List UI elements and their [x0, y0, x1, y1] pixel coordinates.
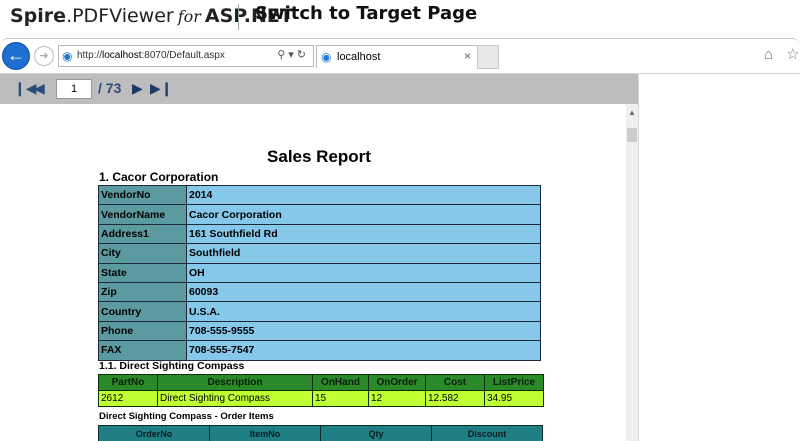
- browser-window: ← ➜ ◉ http://localhost:8070/Default.aspx…: [0, 38, 800, 441]
- order-items-column-header: ItemNo: [210, 426, 321, 441]
- previous-page-icon[interactable]: ◀: [34, 80, 45, 97]
- caption-divider: [238, 4, 239, 30]
- parts-cell: 34.95: [485, 391, 544, 407]
- brand-product: .PDFViewer: [66, 5, 174, 27]
- parts-cell: 12: [369, 391, 426, 407]
- pdf-document-view[interactable]: Sales Report 1. Cacor Corporation Vendor…: [0, 104, 638, 441]
- order-items-column-header: Discount: [432, 426, 543, 441]
- vendor-field-label: Zip: [99, 282, 187, 301]
- vendor-field-label: VendorNo: [99, 186, 187, 205]
- vendor-row: StateOH: [99, 263, 541, 282]
- back-arrow-icon[interactable]: ←: [2, 42, 30, 70]
- vendor-field-value: 708-555-9555: [187, 321, 541, 340]
- brand-for: for: [178, 7, 201, 26]
- vendor-field-label: Address1: [99, 224, 187, 243]
- vendor-row: FAX708-555-7547: [99, 341, 541, 360]
- switch-to-target-page-link[interactable]: Switch to Target Page: [255, 3, 477, 24]
- scroll-thumb[interactable]: [627, 128, 637, 142]
- address-bar[interactable]: ◉ http://localhost:8070/Default.aspx ⚲▾↻: [58, 45, 314, 67]
- blank-side-pane: [638, 74, 800, 441]
- parts-cell: 15: [313, 391, 369, 407]
- star-icon[interactable]: ☆: [786, 45, 799, 63]
- demo-caption: Spire.PDFViewerforASP.NET Switch to Targ…: [0, 0, 800, 34]
- pdf-viewer-toolbar: ❙◀ ◀ 1 / 73 ▶ ▶❙: [0, 74, 638, 104]
- home-icon[interactable]: ⌂: [764, 46, 773, 63]
- vendor-field-value: 708-555-7547: [187, 341, 541, 360]
- vendor-field-value: Cacor Corporation: [187, 205, 541, 224]
- vendor-row: CountryU.S.A.: [99, 302, 541, 321]
- ie-page-icon: ◉: [62, 49, 72, 63]
- vendor-field-label: State: [99, 263, 187, 282]
- parts-column-header: OnHand: [313, 375, 369, 391]
- vendor-field-value: 60093: [187, 282, 541, 301]
- parts-column-header: PartNo: [99, 375, 158, 391]
- vendor-field-label: Country: [99, 302, 187, 321]
- vendor-row: Zip60093: [99, 282, 541, 301]
- page-number-input[interactable]: 1: [56, 79, 92, 99]
- parts-cell: Direct Sighting Compass: [158, 391, 313, 407]
- address-url: http://localhost:8070/Default.aspx: [77, 50, 225, 61]
- forward-arrow-icon[interactable]: ➜: [34, 46, 54, 66]
- brand-name: Spire: [10, 5, 66, 27]
- vendor-field-value: 2014: [187, 186, 541, 205]
- last-page-icon[interactable]: ▶❙: [150, 80, 173, 97]
- vendor-row: Address1161 Southfield Rd: [99, 224, 541, 243]
- brand-logo: Spire.PDFViewerforASP.NET: [10, 5, 293, 27]
- ie-tab-icon: ◉: [321, 50, 331, 64]
- browser-navbar: ← ➜ ◉ http://localhost:8070/Default.aspx…: [0, 39, 800, 74]
- parts-column-header: Cost: [426, 375, 485, 391]
- tab-label: localhost: [337, 51, 380, 63]
- vendor-row: CitySouthfield: [99, 244, 541, 263]
- vendor-row: VendorNameCacor Corporation: [99, 205, 541, 224]
- scroll-up-icon[interactable]: ▲: [626, 108, 638, 118]
- report-title: Sales Report: [0, 147, 638, 167]
- new-tab-button[interactable]: [477, 45, 499, 69]
- parts-cell: 2612: [99, 391, 158, 407]
- vendor-field-value: Southfield: [187, 244, 541, 263]
- vendor-row: Phone708-555-9555: [99, 321, 541, 340]
- vendor-field-label: VendorName: [99, 205, 187, 224]
- address-controls[interactable]: ⚲▾↻: [277, 48, 309, 61]
- table-row: 2612Direct Sighting Compass151212.58234.…: [99, 391, 544, 407]
- order-items-table: OrderNoItemNoQtyDiscount: [98, 425, 543, 441]
- order-items-column-header: Qty: [321, 426, 432, 441]
- parts-cell: 12.582: [426, 391, 485, 407]
- close-tab-icon[interactable]: ×: [464, 49, 471, 63]
- vendor-field-value: 161 Southfield Rd: [187, 224, 541, 243]
- parts-column-header: OnOrder: [369, 375, 426, 391]
- tab-localhost[interactable]: ◉ localhost ×: [316, 45, 478, 68]
- order-items-column-header: OrderNo: [99, 426, 210, 441]
- vendor-info-table: VendorNo2014VendorNameCacor CorporationA…: [98, 185, 541, 361]
- section-heading-vendor: 1. Cacor Corporation: [99, 170, 218, 184]
- page-total: / 73: [98, 80, 121, 96]
- next-page-icon[interactable]: ▶: [132, 80, 143, 97]
- vendor-field-label: Phone: [99, 321, 187, 340]
- vendor-field-value: U.S.A.: [187, 302, 541, 321]
- parts-column-header: ListPrice: [485, 375, 544, 391]
- vendor-field-label: FAX: [99, 341, 187, 360]
- vendor-field-label: City: [99, 244, 187, 263]
- vendor-field-value: OH: [187, 263, 541, 282]
- vendor-row: VendorNo2014: [99, 186, 541, 205]
- vertical-scrollbar[interactable]: ▲: [626, 104, 638, 441]
- parts-table: PartNoDescriptionOnHandOnOrderCostListPr…: [98, 374, 544, 407]
- section-heading-order-items: Direct Sighting Compass - Order Items: [99, 411, 274, 422]
- parts-column-header: Description: [158, 375, 313, 391]
- section-heading-part: 1.1. Direct Sighting Compass: [99, 360, 244, 372]
